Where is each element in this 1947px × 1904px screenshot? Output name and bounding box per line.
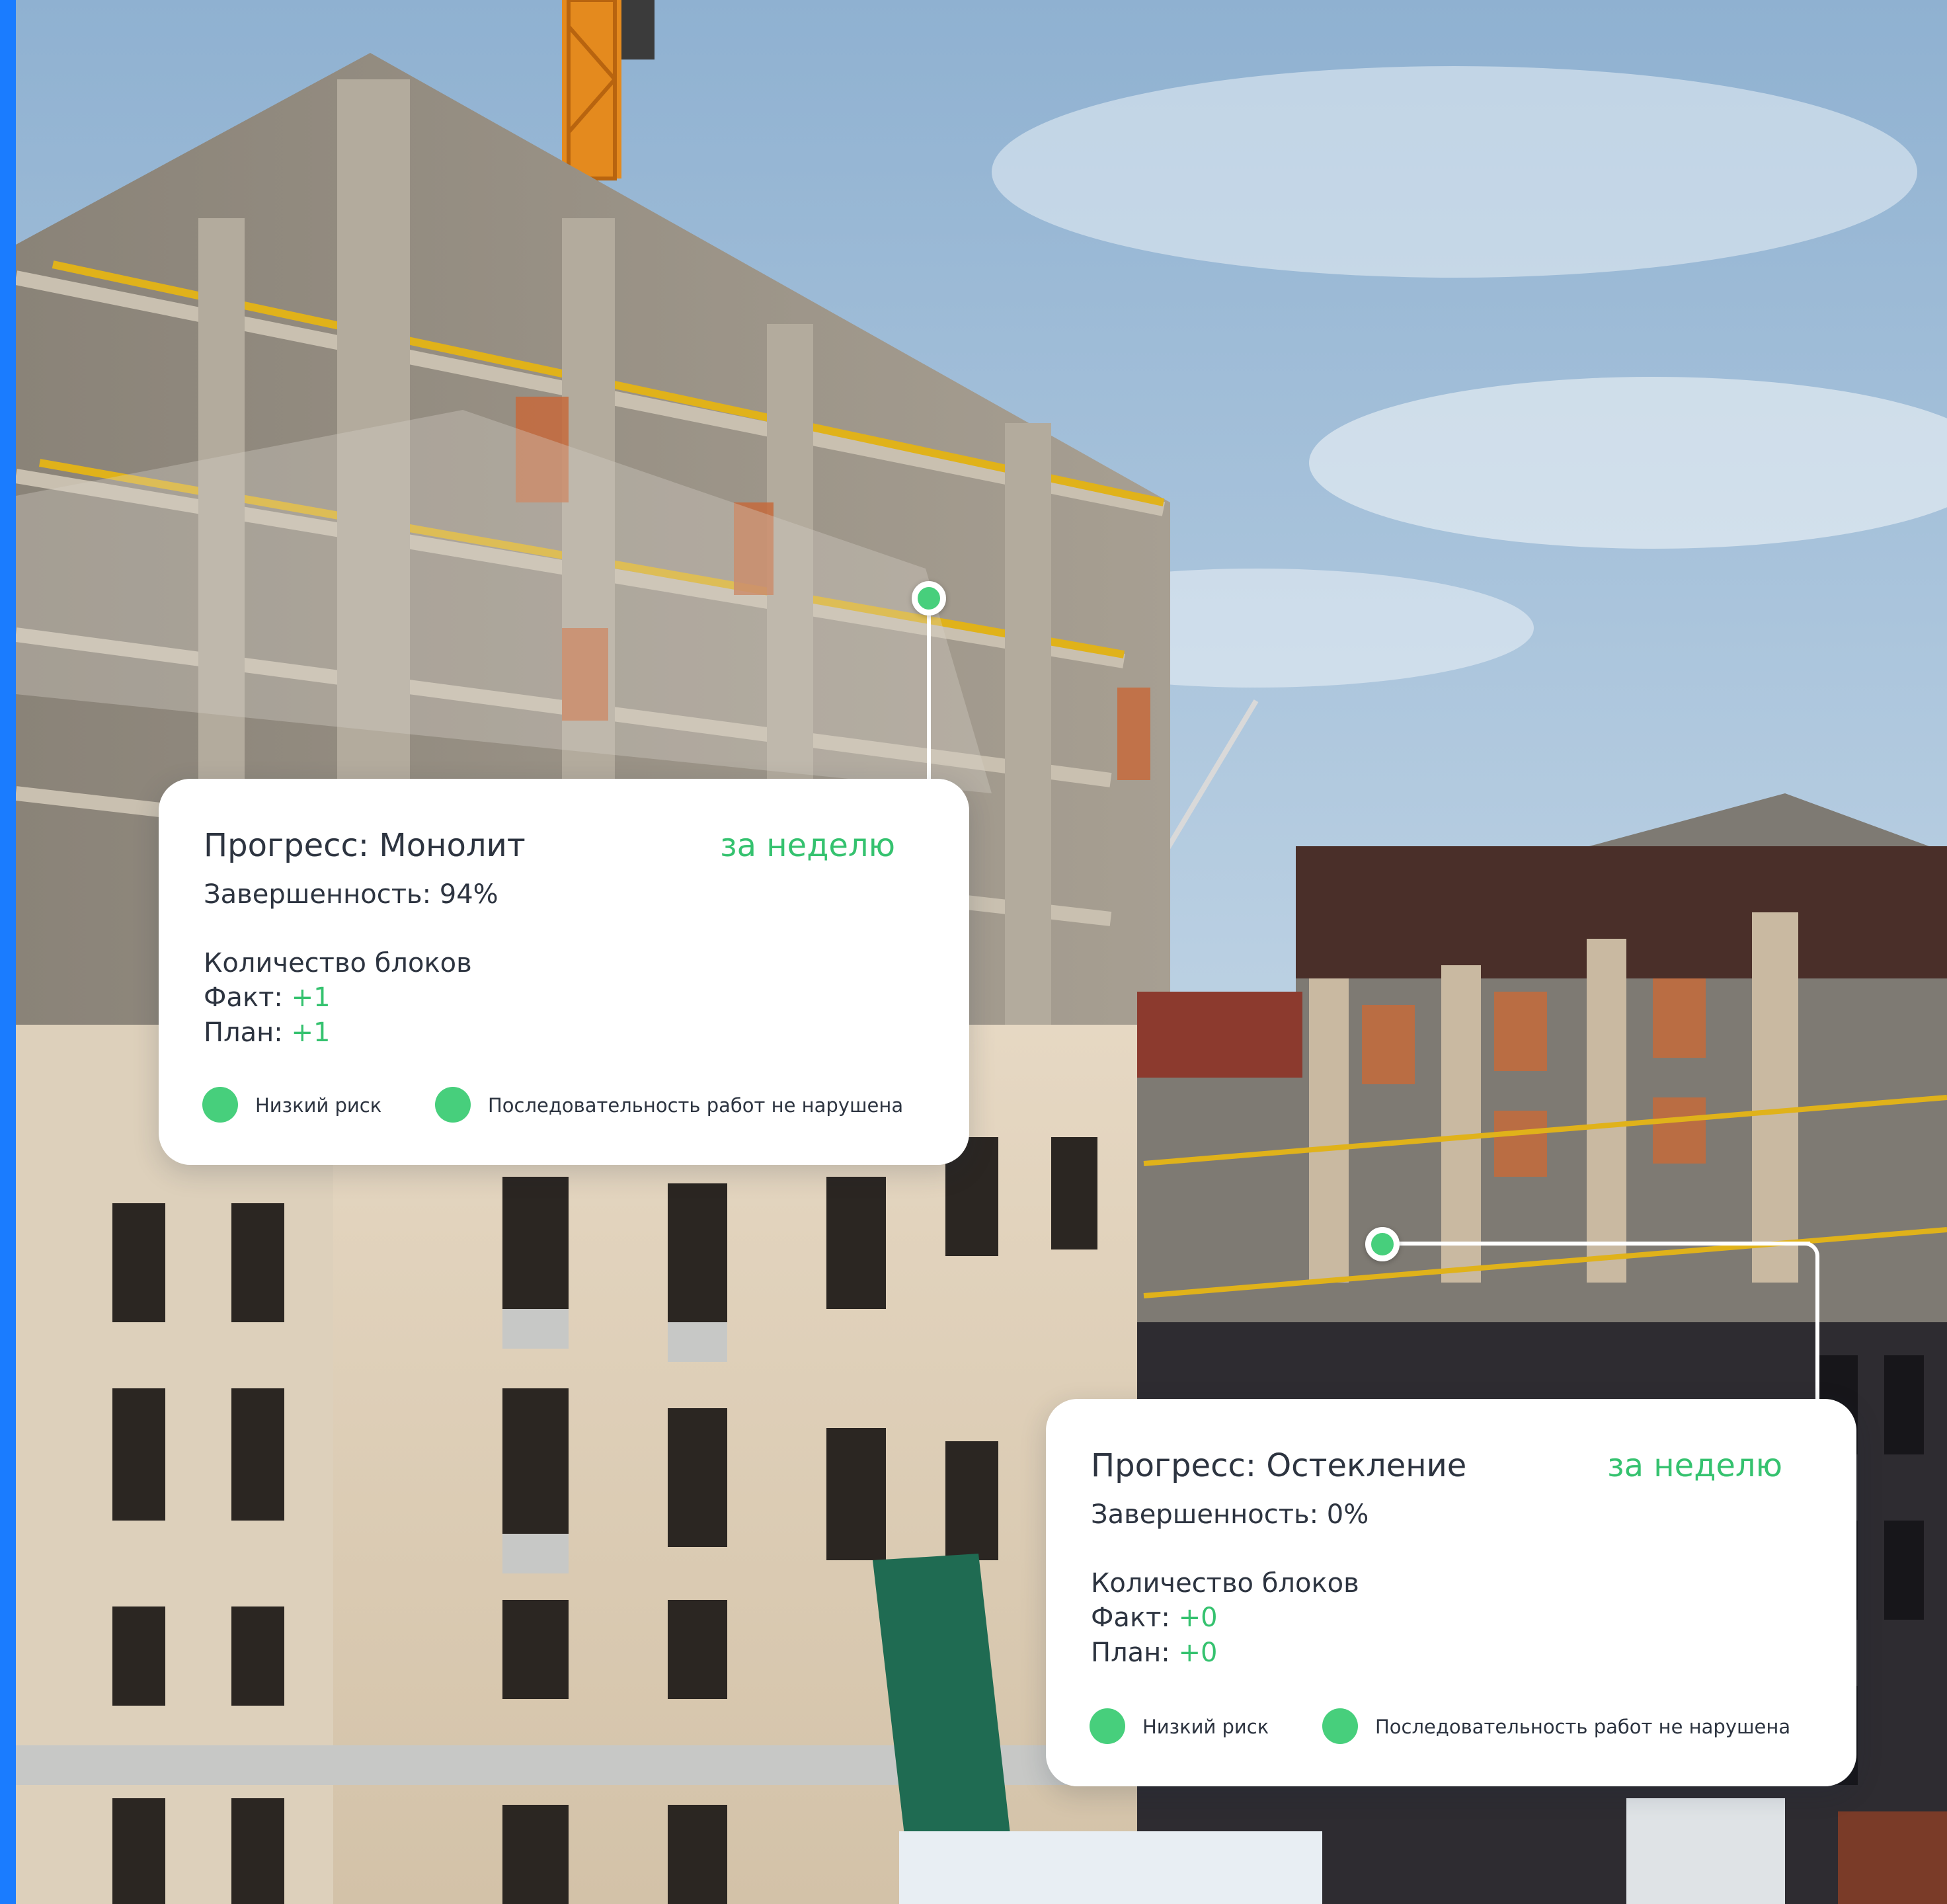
risk-status-dot [202, 1087, 238, 1123]
fact-label: Факт: [1091, 1603, 1179, 1633]
plan-value: +0 [1178, 1638, 1218, 1668]
connector-line-glazing-h [1380, 1242, 1810, 1246]
progress-card-glazing[interactable]: Прогресс: Остекление за неделю Завершенн… [1046, 1399, 1856, 1786]
sequence-status-dot [1322, 1708, 1358, 1744]
risk-status-label: Низкий риск [255, 1094, 382, 1117]
blocks-count-title: Количество блоков [1091, 1568, 1359, 1599]
completion-text: Завершенность: 94% [204, 879, 498, 910]
fact-value: +0 [1178, 1603, 1218, 1633]
sequence-status-label: Последовательность работ не нарушена [488, 1094, 904, 1117]
marker-pin-monolith-building[interactable] [912, 581, 946, 615]
progress-card-monolith[interactable]: Прогресс: Монолит за неделю Завершенност… [159, 779, 969, 1165]
fact-value: +1 [291, 982, 331, 1013]
completion-text: Завершенность: 0% [1091, 1499, 1369, 1530]
plan-label: План: [1091, 1638, 1179, 1668]
period-selector[interactable]: за неделю [720, 826, 895, 865]
plan-value: +1 [291, 1017, 331, 1048]
card-title: Прогресс: Остекление [1091, 1447, 1467, 1484]
risk-status-dot [1090, 1708, 1125, 1744]
blocks-count-title: Количество блоков [204, 948, 472, 978]
fact-row: Факт: +1 [204, 980, 331, 1015]
plan-row: План: +1 [204, 1015, 330, 1050]
sequence-status-label: Последовательность работ не нарушена [1375, 1716, 1791, 1738]
risk-status-label: Низкий риск [1142, 1716, 1269, 1738]
plan-label: План: [204, 1017, 292, 1048]
fact-label: Факт: [204, 982, 292, 1013]
plan-row: План: +0 [1091, 1636, 1217, 1670]
fact-row: Факт: +0 [1091, 1601, 1218, 1635]
edge-accent-bar [0, 0, 16, 1904]
marker-pin-glazing-building[interactable] [1365, 1227, 1400, 1261]
period-selector[interactable]: за неделю [1607, 1447, 1782, 1485]
card-title: Прогресс: Монолит [204, 827, 526, 864]
sequence-status-dot [435, 1087, 471, 1123]
